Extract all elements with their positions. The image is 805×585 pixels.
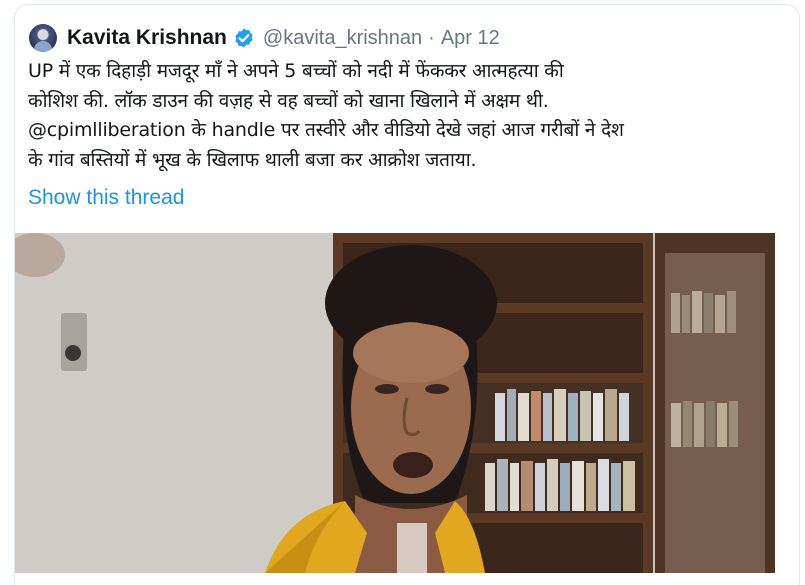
meta-separator: · <box>428 26 435 49</box>
tweet-text: UP में एक दिहाड़ी मजदूर माँ ने अपने 5 बच… <box>28 57 788 175</box>
tweet-text-line: UP में एक दिहाड़ी मजदूर माँ ने अपने 5 बच… <box>28 60 564 82</box>
tweet-text-line: कोशिश की. लॉक डाउन की वज़ह से वह बच्चों … <box>28 89 549 112</box>
show-thread-link[interactable]: Show this thread <box>28 186 184 210</box>
author-handle[interactable]: @kavita_krishnan <box>263 27 422 50</box>
author-name[interactable]: Kavita Krishnan <box>67 26 227 50</box>
tweet-text-line: @cpimlliberation के handle पर तस्वीरे और… <box>28 119 624 141</box>
video-frame-image <box>15 233 775 573</box>
tweet-video[interactable] <box>15 233 775 573</box>
verified-badge-icon <box>235 28 253 48</box>
tweet-date[interactable]: Apr 12 <box>441 27 500 50</box>
tweet-text-line: के गांव बस्तियों में भूख के खिलाफ थाली ब… <box>28 148 477 171</box>
author-avatar[interactable] <box>29 24 57 52</box>
wall-switch <box>61 313 87 371</box>
tweet-header: Kavita Krishnan @kavita_krishnan · Apr 1… <box>29 21 500 55</box>
tweet-card[interactable]: Kavita Krishnan @kavita_krishnan · Apr 1… <box>14 4 800 585</box>
